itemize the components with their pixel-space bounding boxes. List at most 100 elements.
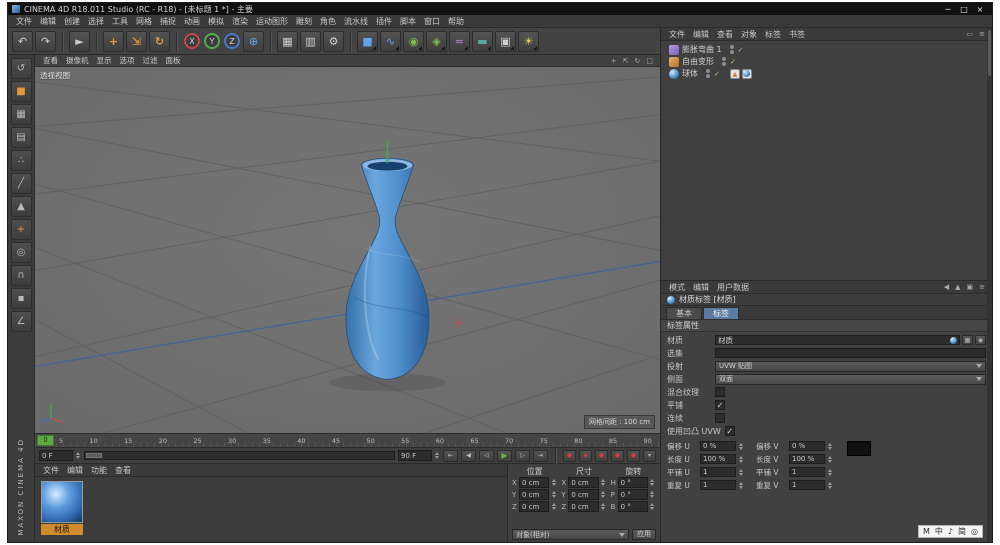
bump-uvw-checkbox[interactable]: ✓ — [725, 426, 735, 436]
menu-item[interactable]: 文件 — [12, 16, 36, 27]
menu-item[interactable]: 角色 — [316, 16, 340, 27]
record-scale-icon[interactable]: ● — [611, 450, 624, 462]
lock-x-axis-icon[interactable]: X — [184, 33, 200, 49]
object-row[interactable]: 自由变形 ✓ — [661, 56, 992, 67]
render-view-icon[interactable]: ▦ — [277, 31, 298, 52]
zoom-view-icon[interactable]: ⇱ — [620, 57, 632, 65]
timeline-ruler[interactable]: 0 51015202530354045505560657075808590 — [35, 434, 660, 448]
model-mode-icon[interactable]: ■ — [11, 81, 32, 102]
repetition-v-field[interactable]: 1 — [789, 480, 825, 490]
tiles-v-field[interactable]: 1 — [789, 467, 825, 477]
ime-mode-icon[interactable]: M — [923, 527, 930, 536]
selection-tag-icon[interactable]: ▲ — [730, 69, 740, 79]
stepper-icon[interactable] — [737, 443, 744, 450]
go-to-start-icon[interactable]: ⇤ — [443, 450, 458, 462]
menu-item[interactable]: 选择 — [84, 16, 108, 27]
viewport-menu-item[interactable]: 摄像机 — [62, 55, 93, 66]
enable-axis-icon[interactable]: + — [11, 219, 32, 240]
material-item[interactable]: 材质 — [41, 481, 85, 535]
search-icon[interactable]: ▭ — [964, 30, 977, 38]
rotate-tool-icon[interactable]: ↻ — [149, 31, 170, 52]
points-mode-icon[interactable]: ∴ — [11, 150, 32, 171]
minimize-button[interactable]: ─ — [940, 5, 956, 14]
menu-item[interactable]: 动画 — [180, 16, 204, 27]
position-y-field[interactable]: 0 cm — [519, 489, 549, 500]
polygons-mode-icon[interactable]: ▲ — [11, 196, 32, 217]
texture-preview[interactable] — [847, 441, 871, 456]
menu-item[interactable]: 运动图形 — [252, 16, 292, 27]
viewport-menu-item[interactable]: 面板 — [162, 55, 185, 66]
visibility-toggles[interactable] — [706, 69, 710, 78]
perspective-viewport[interactable]: 透视视图 网格间距 : 100 cm — [35, 67, 660, 434]
viewport-menu-item[interactable]: 过滤 — [139, 55, 162, 66]
rotation-p-field[interactable]: 0 ° — [618, 489, 648, 500]
object-name[interactable]: 球体 — [682, 68, 698, 79]
ime-settings-icon[interactable]: ◎ — [971, 527, 978, 536]
texture-mode-icon[interactable]: ▦ — [11, 104, 32, 125]
menu-item[interactable]: 脚本 — [396, 16, 420, 27]
size-y-field[interactable]: 0 cm — [568, 489, 598, 500]
move-tool-icon[interactable]: + — [103, 31, 124, 52]
object-manager-tree[interactable]: 膨胀弯曲 1 ✓ 自由变形 ✓ 球体 ✓ ▲ — [661, 41, 992, 281]
menu-item[interactable]: 文件 — [39, 465, 63, 476]
menu-item[interactable]: 网格 — [132, 16, 156, 27]
menu-item[interactable]: 书签 — [785, 29, 809, 40]
ime-language-bar[interactable]: M 中 ♪ 简 ◎ — [918, 525, 983, 538]
material-picker-icon[interactable]: ▦ — [962, 335, 973, 345]
seamless-checkbox[interactable] — [715, 413, 725, 423]
stepper-icon[interactable] — [737, 456, 744, 463]
material-link-field[interactable]: 材质 — [715, 335, 960, 345]
material-thumbnail[interactable] — [41, 481, 83, 523]
workplane-mode-icon[interactable]: ▤ — [11, 127, 32, 148]
viewport-solo-icon[interactable]: ◎ — [11, 242, 32, 263]
viewport-menu-item[interactable]: 选项 — [116, 55, 139, 66]
add-light-icon[interactable]: ☀ — [518, 31, 539, 52]
record-position-icon[interactable]: ● — [595, 450, 608, 462]
scale-tool-icon[interactable]: ⇲ — [126, 31, 147, 52]
render-settings-icon[interactable]: ⚙ — [323, 31, 344, 52]
length-u-field[interactable]: 100 % — [700, 454, 736, 464]
keyframe-selection-icon[interactable]: ▾ — [643, 450, 656, 462]
menu-item[interactable]: 工具 — [108, 16, 132, 27]
maximize-button[interactable]: □ — [956, 5, 972, 14]
offset-u-field[interactable]: 0 % — [700, 441, 736, 451]
workplane-lock-icon[interactable]: ▪ — [11, 288, 32, 309]
menu-item[interactable]: 文件 — [665, 29, 689, 40]
record-keyframe-icon[interactable]: ● — [563, 450, 576, 462]
stepper-icon[interactable] — [826, 482, 833, 489]
live-selection-icon[interactable]: ► — [69, 31, 90, 52]
toggle-view-icon[interactable]: □ — [643, 57, 656, 65]
lock-icon[interactable]: ▣ — [964, 283, 977, 291]
viewport-menu-item[interactable]: 查看 — [39, 55, 62, 66]
stepper-icon[interactable] — [826, 456, 833, 463]
material-menu-icon[interactable]: ◉ — [975, 335, 986, 345]
menu-item[interactable]: 捕捉 — [156, 16, 180, 27]
length-v-field[interactable]: 100 % — [789, 454, 825, 464]
menu-item[interactable]: 查看 — [713, 29, 737, 40]
side-dropdown[interactable]: 双面 — [715, 374, 986, 385]
apply-button[interactable]: 应用 — [632, 529, 656, 540]
stepper-icon[interactable] — [600, 491, 607, 498]
tile-checkbox[interactable]: ✓ — [715, 400, 725, 410]
rotation-h-field[interactable]: 0 ° — [618, 477, 648, 488]
add-cube-icon[interactable]: ■ — [357, 31, 378, 52]
up-icon[interactable]: ▲ — [952, 283, 963, 291]
stepper-icon[interactable] — [649, 491, 656, 498]
stepper-icon[interactable] — [600, 479, 607, 486]
menu-item[interactable]: 渲染 — [228, 16, 252, 27]
size-z-field[interactable]: 0 cm — [568, 501, 598, 512]
enable-check-icon[interactable]: ✓ — [714, 70, 720, 78]
stepper-icon[interactable] — [826, 443, 833, 450]
menu-item[interactable]: 创建 — [60, 16, 84, 27]
visibility-toggles[interactable] — [722, 57, 726, 66]
selection-field[interactable] — [715, 348, 986, 358]
add-subdivision-surface-icon[interactable]: ◉ — [403, 31, 424, 52]
repetition-u-field[interactable]: 1 — [700, 480, 736, 490]
scrollbar-thumb[interactable] — [988, 30, 991, 76]
stepper-icon[interactable] — [433, 452, 440, 459]
add-camera-icon[interactable]: ▣ — [495, 31, 516, 52]
quantize-icon[interactable]: ∠ — [11, 311, 32, 332]
end-frame-value[interactable]: 90 F — [398, 450, 432, 461]
texture-tag-icon[interactable] — [742, 69, 752, 79]
object-name[interactable]: 自由变形 — [682, 56, 714, 67]
